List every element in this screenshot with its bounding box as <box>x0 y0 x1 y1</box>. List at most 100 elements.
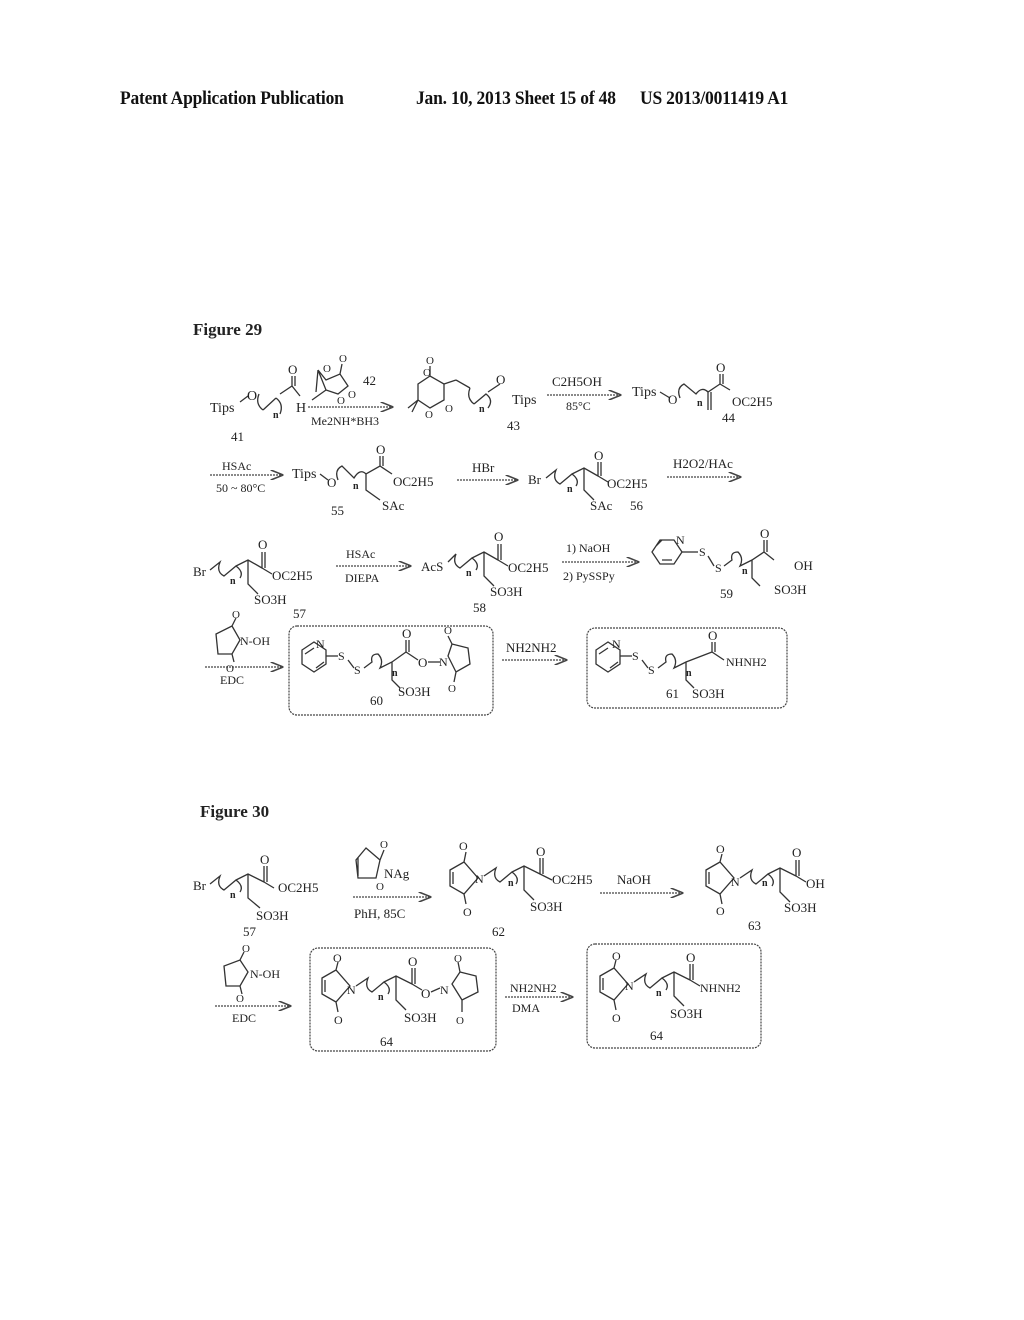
fig30-arrow-1: O O NAg PhH, 85C <box>353 839 430 921</box>
n-subscript: n <box>697 398 703 409</box>
sac-group: SAc <box>590 498 613 513</box>
sulfonic-acid-group: SO3H <box>530 899 563 914</box>
ester-group: OC2H5 <box>732 394 772 409</box>
n-subscript: n <box>742 566 748 577</box>
reagent-label: EDC <box>220 673 244 687</box>
condition-label: DMA <box>512 1001 540 1015</box>
hydrazide-group: NHNH2 <box>726 655 767 669</box>
arrow-7: 1) NaOH 2) PySSPy <box>562 541 638 583</box>
fig30-compound-57: Br n O OC2H5 SO3H 57 <box>193 852 318 939</box>
svg-text:O: O <box>612 1011 621 1025</box>
ester-group: OC2H5 <box>272 568 312 583</box>
svg-text:O: O <box>708 628 717 643</box>
arrow-4: HBr <box>457 460 517 480</box>
sulfonic-acid-group: SO3H <box>784 900 817 915</box>
tips-group: Tips <box>210 401 234 416</box>
sulfonic-acid-group: SO3H <box>670 1006 703 1021</box>
reagent-label: HSAc <box>346 547 375 561</box>
tips-group: Tips <box>292 467 316 482</box>
sulfonic-acid-group: SO3H <box>404 1010 437 1025</box>
reagent-label: H2O2/HAc <box>673 456 733 471</box>
sulfonic-acid-group: SO3H <box>692 686 725 701</box>
compound-41: Tips O n O H 41 <box>210 362 306 444</box>
svg-text:N: N <box>475 872 484 886</box>
n-subscript: n <box>656 988 662 999</box>
reaction-schemes: Tips O n O H 41 O O O O 42 Me2NH*BH3 O O… <box>193 353 825 1052</box>
svg-text:O: O <box>408 954 417 969</box>
sulfonic-acid-group: SO3H <box>254 592 287 607</box>
sac-group: SAc <box>382 498 405 513</box>
svg-text:O: O <box>456 1015 464 1027</box>
condition-label: 85°C <box>566 399 591 413</box>
hydrogen-atom: H <box>296 401 306 416</box>
svg-text:O: O <box>258 537 267 552</box>
tips-group: Tips <box>512 393 536 408</box>
svg-text:O: O <box>333 951 342 965</box>
reagent-label: NAg <box>384 866 410 881</box>
oxygen-atom: O <box>668 392 677 407</box>
compound-43: O O O O n O Tips 43 <box>407 355 536 433</box>
svg-text:O: O <box>380 839 388 851</box>
svg-text:O: O <box>418 655 427 670</box>
arrow-6: HSAc DIEPA <box>336 547 410 585</box>
compound-57: Br n O OC2H5 SO3H 57 <box>193 537 312 621</box>
arrow-5: H2O2/HAc <box>667 456 740 477</box>
svg-text:N: N <box>625 979 634 993</box>
compound-label: 57 <box>293 606 307 621</box>
compound-label: 61 <box>666 686 679 701</box>
svg-text:O: O <box>236 993 244 1005</box>
ester-group: OC2H5 <box>552 872 592 887</box>
nitrogen-atom: N <box>612 637 621 651</box>
svg-text:O: O <box>594 448 603 463</box>
n-subscript: n <box>392 668 398 679</box>
reagent-label: 2) PySSPy <box>563 569 615 583</box>
ester-group: OC2H5 <box>607 476 647 491</box>
reagent-label: NH2NH2 <box>510 981 557 995</box>
n-subscript: n <box>762 878 768 889</box>
svg-text:O: O <box>612 949 621 963</box>
svg-text:O: O <box>337 395 345 407</box>
n-subscript: n <box>466 568 472 579</box>
fig30-compound-64a: O O N n O O N O O SO3H 64 <box>321 951 479 1049</box>
svg-text:O: O <box>334 1013 343 1027</box>
n-subscript: n <box>273 410 279 421</box>
svg-text:N: N <box>440 983 449 997</box>
thioacetate-group: AcS <box>421 559 443 574</box>
fig30-arrow-2: NaOH <box>600 872 682 893</box>
oxygen-atom: O <box>496 372 505 387</box>
arrow-3: HSAc 50 ~ 80°C <box>210 459 282 495</box>
compound-55: Tips O n O OC2H5 SAc 55 <box>292 442 433 518</box>
svg-text:O: O <box>716 842 725 856</box>
svg-text:O: O <box>716 360 725 375</box>
hydroxyl-group: OH <box>794 558 813 573</box>
n-subscript: n <box>353 481 359 492</box>
n-subscript: n <box>230 890 236 901</box>
compound-label: 56 <box>630 498 644 513</box>
n-subscript: n <box>378 992 384 1003</box>
sulfur-atom: S <box>648 663 655 677</box>
svg-text:O: O <box>421 986 430 1001</box>
compound-59: N S S n O OH SO3H 59 <box>651 526 813 601</box>
carbonyl-oxygen: O <box>288 362 297 377</box>
svg-text:O: O <box>339 353 347 365</box>
nitrogen-atom: N <box>676 533 685 547</box>
compound-label: 44 <box>722 410 736 425</box>
sulfur-atom: S <box>338 649 345 663</box>
compound-label: 64 <box>380 1034 394 1049</box>
svg-text:O: O <box>536 844 545 859</box>
fig30-compound-64b: O O N n O NHNH2 SO3H 64 <box>599 949 741 1043</box>
svg-text:O: O <box>376 881 384 893</box>
reagent-label: N-OH <box>250 967 280 981</box>
svg-text:O: O <box>423 367 431 379</box>
svg-text:N: N <box>439 655 448 669</box>
compound-label: 57 <box>243 924 257 939</box>
ester-group: OC2H5 <box>278 880 318 895</box>
condition-label: PhH, 85C <box>354 906 405 921</box>
compound-56: Br n O OC2H5 SAc 56 <box>528 448 647 513</box>
compound-42-label: 42 <box>363 373 376 388</box>
reagent-label: NH2NH2 <box>506 640 557 655</box>
svg-text:O: O <box>425 409 433 421</box>
fig30-arrow-3: O O N-OH EDC <box>215 943 290 1025</box>
compound-label: 55 <box>331 503 344 518</box>
svg-text:O: O <box>716 904 725 918</box>
